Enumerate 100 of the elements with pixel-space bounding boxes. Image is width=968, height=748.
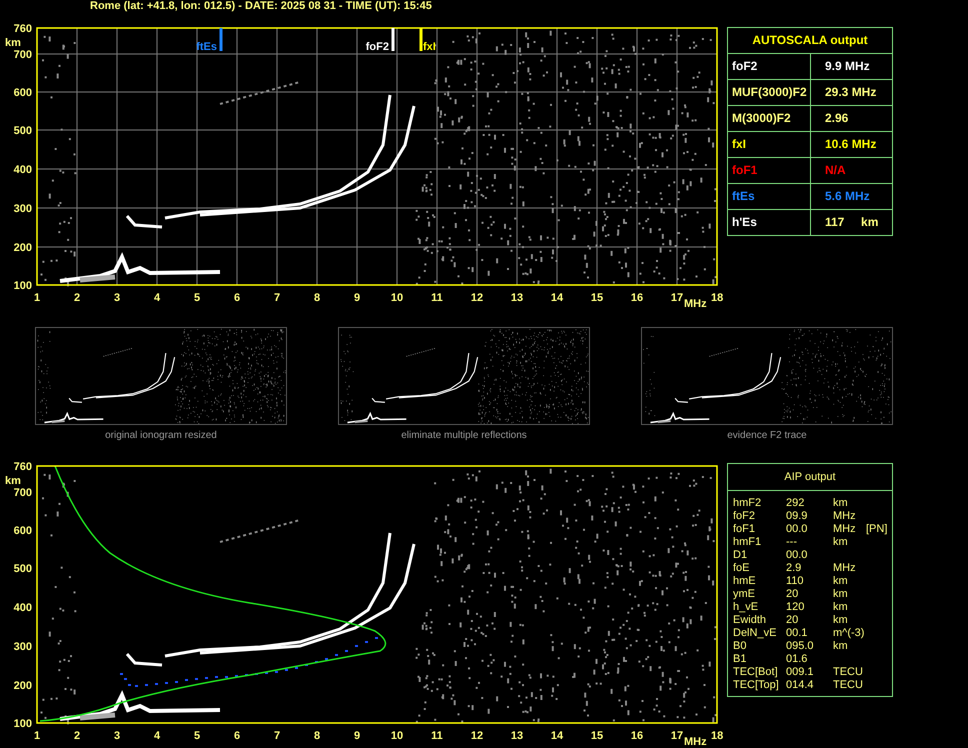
parameter-unit: km [833,575,849,588]
axis-tick-label: 100 [14,718,32,730]
parameter-value: 20 [786,614,800,627]
parameter-name: h_vE [733,601,760,614]
axis-tick-label: 600 [14,525,32,537]
parameter-note: [PN] [866,523,888,536]
parameter-value: 09.9 [786,510,808,523]
parameter-unit: MHz [833,523,857,536]
axis-tick-label: 9 [354,730,360,742]
axis-tick-label: 8 [314,292,320,304]
axis-unit-label: km [5,37,21,49]
axis-tick-label: 9 [354,292,360,304]
parameter-name: ymE [733,588,756,601]
parameter-value: 20 [786,588,800,601]
parameter-unit: km [833,614,849,627]
axis-tick-label: 6 [234,730,240,742]
axis-tick-label: 15 [590,292,604,304]
axis-tick-label: 11 [431,292,443,304]
parameter-value: 9.9 MHz [811,54,892,80]
parameter-name: h'Es [728,210,811,235]
parameter-name: foF1 [733,523,756,536]
axis-tick-label: 2 [74,730,80,742]
parameter-name: Ewidth [733,614,768,627]
axis-tick-label: 10 [390,292,404,304]
parameter-value: 095.0 [786,640,815,653]
parameter-name: B0 [733,640,748,653]
axis-tick-label: 7 [274,292,280,304]
axis-tick-label: 300 [14,203,32,215]
axis-tick-label: 760 [14,23,32,35]
axis-tick-label: 200 [14,680,32,692]
axis-tick-label: 7 [274,730,280,742]
parameter-unit: km [833,536,849,549]
axis-tick-label: 3 [114,730,120,742]
axis-tick-label: 500 [14,563,32,575]
parameter-name: D1 [733,549,748,562]
parameter-name: fxI [728,132,811,158]
axis-tick-label: 100 [14,280,32,292]
axis-tick-label: 600 [14,87,32,99]
parameter-name: B1 [733,653,748,666]
axis-unit-label: MHz [684,298,707,310]
axis-tick-label: 18 [711,292,724,304]
parameter-name: foF2 [733,510,756,523]
thumbnail-caption: evidence F2 trace [727,430,807,441]
parameter-unit: m^(-3) [833,627,866,640]
parameter-unit: TECU [833,666,864,679]
axis-tick-label: 10 [390,730,404,742]
parameter-unit: MHz [833,562,857,575]
parameter-name: ftEs [728,184,811,210]
table-title: AUTOSCALA output [728,28,892,54]
parameter-value: 00.0 [786,549,808,562]
axis-tick-label: 12 [470,292,484,304]
parameter-value: 01.6 [786,653,808,666]
axis-tick-label: 700 [14,49,32,61]
marker-label: ftEs [196,41,217,53]
thumbnail-caption: original ionogram resized [105,430,217,441]
axis-tick-label: 1 [34,730,40,742]
axis-tick-label: 5 [194,730,200,742]
parameter-name: DelN_vE [733,627,778,640]
axis-tick-label: 16 [630,292,644,304]
parameter-name: TEC[Top] [733,679,780,692]
axis-tick-label: 14 [550,730,564,742]
axis-tick-label: 18 [711,730,724,742]
axis-unit-label: MHz [684,736,707,748]
axis-tick-label: 16 [630,730,644,742]
parameter-name: hmF1 [733,536,762,549]
parameter-value: 2.96 [811,106,892,132]
marker-label: fxI [423,41,436,53]
parameter-value: --- [786,536,798,549]
axis-tick-label: 5 [194,292,200,304]
axis-tick-label: 6 [234,292,240,304]
axis-tick-label: 4 [154,292,160,304]
axis-tick-label: 13 [510,292,524,304]
parameter-name: foF1 [728,158,811,184]
parameter-value: 117 km [824,214,880,231]
axis-tick-label: 1 [34,292,40,304]
axis-tick-label: 400 [14,164,32,176]
parameter-unit: TECU [833,679,864,692]
axis-tick-label: 700 [14,487,32,499]
parameter-name: M(3000)F2 [728,106,811,132]
axis-unit-label: km [5,475,21,487]
axis-tick-label: 15 [590,730,604,742]
axis-tick-label: 200 [14,242,32,254]
parameter-unit: km [833,601,849,614]
parameter-value: 120 [786,601,806,614]
parameter-value: 00.0 [786,523,808,536]
parameter-name: MUF(3000)F2 [728,80,811,106]
parameter-unit: km [833,497,849,510]
parameter-unit: MHz [833,510,857,523]
panel-title: AIP output [728,464,892,491]
parameter-name: hmE [733,575,757,588]
axis-tick-label: 400 [14,602,32,614]
ionogram-header: Rome (lat: +41.8, lon: 012.5) - DATE: 2025 08 31 - TIME (UT): 15:45 [89,0,433,14]
parameter-value: 10.6 MHz [811,132,892,158]
parameter-value: 2.9 [786,562,802,575]
axis-tick-label: 760 [14,461,32,473]
axis-tick-label: 8 [314,730,320,742]
parameter-value: 00.1 [786,627,808,640]
parameter-value: 292 [786,497,806,510]
axis-tick-label: 300 [14,641,32,653]
axis-tick-label: 14 [550,292,564,304]
